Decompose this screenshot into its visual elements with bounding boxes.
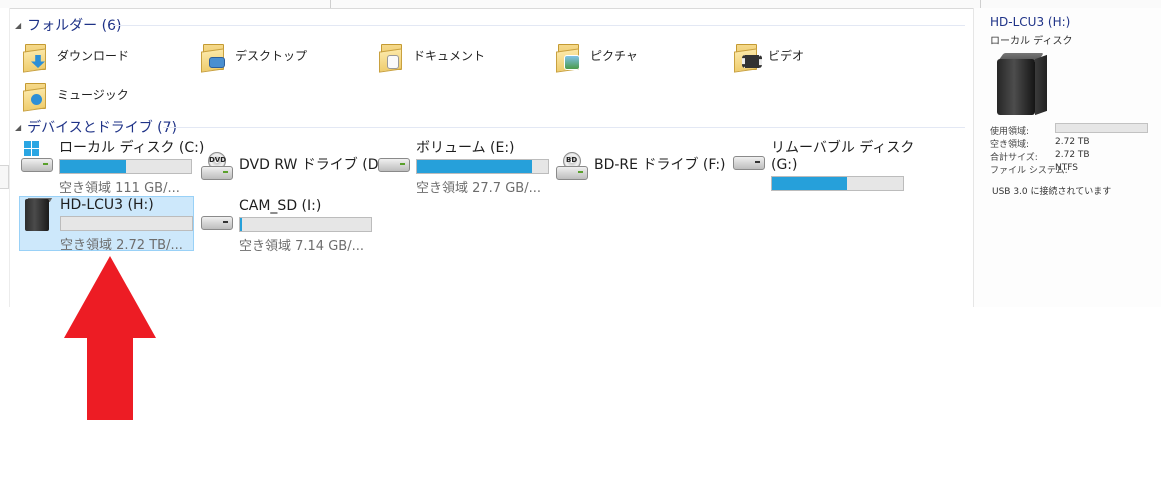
drive-name: DVD RW ドライブ (D:) bbox=[239, 157, 389, 173]
drive-usage-bar bbox=[59, 159, 192, 174]
devices-group-header[interactable]: ◢ デバイスとドライブ (7) bbox=[15, 118, 965, 136]
drive-item-f[interactable]: BD BD-RE ドライブ (F:) bbox=[554, 148, 730, 200]
details-title: HD-LCU3 (H:) bbox=[990, 15, 1071, 29]
drive-letter: (G:) bbox=[771, 157, 798, 173]
drive-free-space: 空き領域 2.72 TB/... bbox=[60, 238, 183, 253]
drive-item-h[interactable]: HD-LCU3 (H:) 空き領域 2.72 TB/... bbox=[19, 196, 194, 253]
bd-drive-icon: BD bbox=[554, 148, 590, 184]
folder-item-documents[interactable]: ドキュメント bbox=[377, 40, 486, 73]
drive-free-space: 空き領域 27.7 GB/... bbox=[416, 181, 541, 196]
folder-item-music[interactable]: ミュージック bbox=[21, 79, 129, 112]
hard-drive-icon bbox=[376, 140, 412, 176]
details-subtitle: ローカル ディスク bbox=[990, 36, 1073, 47]
drive-name: CAM_SD (I:) bbox=[239, 198, 322, 214]
folder-item-pictures[interactable]: ピクチャ bbox=[554, 40, 638, 73]
folder-item-videos[interactable]: ビデオ bbox=[732, 40, 805, 73]
address-bar-edge[interactable] bbox=[0, 0, 331, 8]
folder-item-downloads[interactable]: ダウンロード bbox=[21, 40, 130, 73]
removable-drive-icon bbox=[731, 140, 767, 176]
drive-item-e[interactable]: ボリューム (E:) 空き領域 27.7 GB/... bbox=[376, 140, 552, 196]
drive-item-g[interactable]: リムーバブル ディスク (G:) bbox=[731, 140, 931, 192]
external-hdd-icon bbox=[20, 197, 56, 233]
downloads-folder-icon bbox=[21, 40, 49, 73]
folders-group-header[interactable]: ◢ フォルダー (6) bbox=[15, 16, 965, 34]
folder-item-desktop[interactable]: デスクトップ bbox=[199, 40, 308, 73]
dvd-drive-icon: DVD bbox=[199, 148, 235, 184]
folder-label: ビデオ bbox=[768, 48, 805, 63]
details-pane: HD-LCU3 (H:) ローカル ディスク 使用領域: 空き領域: 2.72 … bbox=[973, 8, 1161, 307]
folder-label: デスクトップ bbox=[235, 48, 308, 63]
folder-label: ドキュメント bbox=[413, 48, 486, 63]
drive-item-d[interactable]: DVD DVD RW ドライブ (D:) bbox=[199, 148, 389, 200]
drive-name: ボリューム (E:) bbox=[416, 140, 515, 156]
group-divider bbox=[163, 127, 965, 128]
documents-folder-icon bbox=[377, 40, 405, 73]
search-bar-edge[interactable] bbox=[340, 0, 981, 8]
drive-item-i[interactable]: CAM_SD (I:) 空き領域 7.14 GB/... bbox=[199, 198, 375, 254]
details-label-free: 空き領域: bbox=[990, 140, 1030, 150]
drive-free-space: 空き領域 111 GB/... bbox=[59, 181, 180, 196]
drive-name: リムーバブル ディスク bbox=[771, 140, 915, 156]
sd-card-drive-icon bbox=[199, 198, 235, 234]
devices-group-title: デバイスとドライブ (7) bbox=[27, 120, 178, 136]
drive-name: ローカル ディスク (C:) bbox=[59, 140, 205, 156]
drive-name: BD-RE ドライブ (F:) bbox=[594, 157, 726, 173]
details-value-filesystem: NTFS bbox=[1055, 163, 1078, 173]
collapse-triangle-icon[interactable]: ◢ bbox=[15, 123, 21, 132]
drive-usage-bar bbox=[239, 217, 372, 232]
details-label-used: 使用領域: bbox=[990, 127, 1030, 137]
details-connection-status: USB 3.0 に接続されています bbox=[992, 187, 1112, 197]
windows-drive-icon bbox=[19, 140, 55, 176]
group-divider bbox=[113, 25, 965, 26]
drive-name: HD-LCU3 (H:) bbox=[60, 197, 154, 213]
music-folder-icon bbox=[21, 79, 49, 112]
folders-group-title: フォルダー (6) bbox=[27, 18, 122, 34]
folder-label: ミュージック bbox=[57, 87, 129, 102]
drive-item-c[interactable]: ローカル ディスク (C:) 空き領域 111 GB/... bbox=[19, 140, 204, 196]
drive-usage-bar bbox=[60, 216, 193, 231]
drive-usage-bar bbox=[771, 176, 904, 191]
collapse-triangle-icon[interactable]: ◢ bbox=[15, 21, 21, 30]
folder-label: ピクチャ bbox=[590, 48, 638, 63]
drive-free-space: 空き領域 7.14 GB/... bbox=[239, 239, 364, 254]
explorer-window: ◢ フォルダー (6) ダウンロード デスクトップ ドキュメント ピクチャ ビデ… bbox=[0, 0, 1161, 307]
pictures-folder-icon bbox=[554, 40, 582, 73]
details-label-total: 合計サイズ: bbox=[990, 153, 1038, 163]
videos-folder-icon bbox=[732, 40, 762, 73]
drive-usage-bar bbox=[416, 159, 549, 174]
external-hdd-large-icon bbox=[997, 53, 1049, 116]
details-value-total: 2.72 TB bbox=[1055, 150, 1090, 160]
folder-label: ダウンロード bbox=[57, 48, 130, 63]
desktop-folder-icon bbox=[199, 40, 227, 73]
details-usage-bar bbox=[1055, 123, 1148, 133]
details-value-free: 2.72 TB bbox=[1055, 137, 1090, 147]
pane-splitter[interactable] bbox=[0, 165, 9, 189]
red-up-arrow-annotation bbox=[64, 256, 156, 420]
